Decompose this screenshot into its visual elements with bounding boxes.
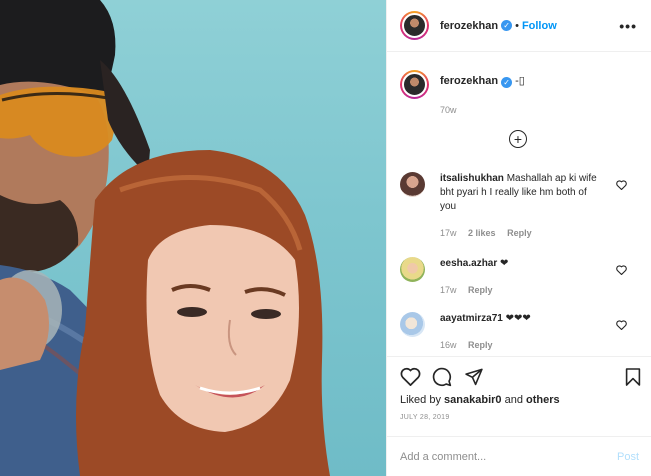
add-comment-bar: Post [387, 436, 651, 476]
share-icon[interactable] [464, 367, 484, 386]
reply-button[interactable]: Reply [468, 285, 493, 295]
liked-by-summary: Liked by sanakabir0 and others [400, 394, 560, 406]
comment-age[interactable]: 17w [440, 228, 457, 238]
comment-text: ❤❤❤ [505, 313, 531, 324]
instagram-post: ferozekhan ✓ • Follow ••• ferozekhan ✓ -▯… [0, 0, 651, 476]
load-more-comments-button[interactable]: + [509, 130, 527, 148]
comment-like-heart-icon[interactable] [616, 180, 627, 190]
commenter-avatar[interactable] [400, 257, 425, 282]
comment-age[interactable]: 17w [440, 285, 457, 295]
commenter-avatar[interactable] [400, 312, 425, 337]
caption-username[interactable]: ferozekhan [440, 75, 498, 87]
photo-illustration [0, 0, 330, 476]
caption-age[interactable]: 70w [440, 105, 640, 115]
comment-age[interactable]: 16w [440, 340, 457, 350]
comment-likes[interactable]: 2 likes [468, 228, 496, 238]
header-separator: • [515, 19, 519, 32]
verified-badge-icon: ✓ [501, 20, 513, 31]
liked-by-others[interactable]: others [526, 394, 560, 406]
liked-by-prefix: Liked by [400, 394, 441, 406]
more-options-icon[interactable]: ••• [619, 18, 637, 34]
author-username[interactable]: ferozekhan [440, 20, 498, 32]
comment-username[interactable]: itsalishukhan [440, 173, 504, 184]
reply-button[interactable]: Reply [507, 228, 532, 238]
commenter-avatar[interactable] [400, 172, 425, 197]
caption-verified-icon: ✓ [501, 77, 513, 88]
comment-like-heart-icon[interactable] [616, 265, 627, 275]
post-caption: ferozekhan ✓ -▯ 70w [400, 70, 640, 115]
post-date[interactable]: JULY 28, 2019 [400, 414, 450, 421]
heart-icon[interactable] [400, 367, 421, 386]
comment-item: eesha.azhar ❤ 17w Reply [400, 257, 640, 297]
comment-username[interactable]: aayatmirza71 [440, 313, 503, 324]
comment-like-heart-icon[interactable] [616, 320, 627, 330]
post-side-panel: ferozekhan ✓ • Follow ••• ferozekhan ✓ -▯… [386, 0, 651, 476]
post-comment-button[interactable]: Post [617, 451, 639, 463]
comment-item: itsalishukhan Mashallah ap ki wife bht p… [400, 172, 640, 240]
liked-by-and: and [504, 394, 523, 406]
comment-icon[interactable] [432, 367, 452, 387]
comment-input[interactable] [400, 450, 617, 463]
reply-button[interactable]: Reply [468, 340, 493, 350]
author-avatar[interactable] [400, 11, 429, 40]
follow-button[interactable]: Follow [522, 20, 557, 32]
liked-by-user[interactable]: sanakabir0 [444, 394, 501, 406]
caption-avatar[interactable] [400, 70, 429, 99]
post-photo[interactable] [0, 0, 386, 476]
post-actions: Liked by sanakabir0 and others JULY 28, … [387, 356, 651, 436]
caption-text: -▯ [515, 75, 525, 87]
bookmark-icon[interactable] [625, 367, 641, 387]
comment-item: aayatmirza71 ❤❤❤ 16w Reply [400, 312, 640, 352]
post-header: ferozekhan ✓ • Follow ••• [387, 0, 651, 52]
comment-text: ❤ [500, 258, 509, 269]
comment-username[interactable]: eesha.azhar [440, 258, 497, 269]
